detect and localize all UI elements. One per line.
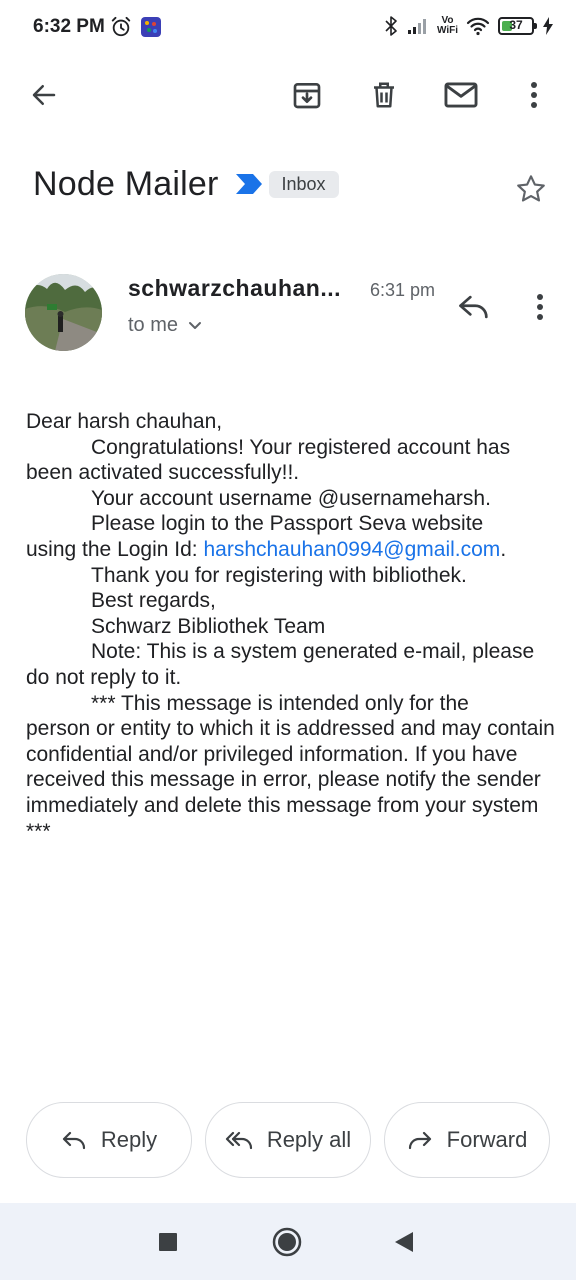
alarm-icon	[111, 16, 131, 37]
back-arrow-icon	[32, 85, 56, 105]
inbox-label-chip[interactable]: Inbox	[268, 170, 339, 198]
body-line: been activated successfully!!.	[26, 461, 300, 485]
cellular-signal-icon	[407, 19, 426, 34]
login-prefix: using the Login Id:	[26, 537, 204, 561]
archive-button[interactable]	[283, 71, 331, 119]
body-line: Your account username @usernameharsh.	[91, 486, 491, 510]
login-email-link[interactable]: harshchauhan0994@gmail.com	[203, 538, 500, 561]
avatar-photo	[25, 274, 102, 351]
body-line: Note: This is a system generated e-mail,…	[91, 640, 535, 664]
charging-icon	[543, 17, 553, 35]
reply-button[interactable]: Reply	[26, 1102, 192, 1178]
status-right-icons: Vo WiFi 37	[383, 16, 554, 36]
email-body: Dear harsh chauhan, Congratulations! You…	[26, 409, 556, 844]
body-greeting: Dear harsh chauhan,	[26, 410, 223, 433]
back-button[interactable]	[20, 71, 68, 119]
home-icon[interactable]	[272, 1227, 302, 1257]
body-disclaimer: person or entity to which it is addresse…	[26, 717, 555, 843]
app-bar	[0, 62, 576, 128]
delete-icon	[374, 82, 394, 108]
reply-all-icon	[225, 1131, 252, 1150]
status-time: 6:32 PM	[33, 16, 105, 37]
email-subject: Node Mailer	[33, 164, 219, 203]
login-suffix: .	[500, 537, 507, 561]
reply-all-label: Reply all	[266, 1127, 352, 1152]
recents-icon[interactable]	[158, 1232, 178, 1252]
more-options-button[interactable]	[510, 71, 558, 119]
battery-level: 37	[509, 18, 523, 32]
body-line-login: using the Login Id: harshchauhan0994@gma…	[26, 537, 556, 563]
body-line: Congratulations! Your registered account…	[91, 435, 511, 459]
battery-icon: 37	[498, 17, 537, 35]
status-left-icons	[110, 16, 162, 38]
recipient-label: to me	[128, 314, 179, 336]
sender-avatar[interactable]	[25, 274, 102, 351]
subject-row: Node Mailer Inbox	[33, 160, 543, 208]
recipient-details-toggle[interactable]: to me	[128, 314, 202, 337]
body-line: Thank you for registering with bibliothe…	[91, 563, 467, 587]
bluetooth-icon	[385, 16, 397, 36]
message-more-button[interactable]	[516, 283, 564, 331]
mark-unread-icon	[444, 82, 478, 108]
reply-icon-button[interactable]	[450, 283, 498, 331]
forward-button[interactable]: Forward	[384, 1102, 550, 1178]
chevron-down-icon	[189, 321, 202, 329]
reply-icon	[62, 1131, 85, 1150]
vowifi-label-bottom: WiFi	[436, 25, 458, 36]
battery-tip	[534, 23, 537, 29]
more-vert-icon	[531, 82, 537, 108]
back-nav-icon[interactable]	[394, 1231, 414, 1253]
wifi-icon	[466, 17, 490, 36]
star-button[interactable]	[515, 173, 547, 210]
forward-icon	[408, 1131, 431, 1150]
reply-icon	[459, 295, 488, 319]
app-notification-icon	[141, 17, 161, 37]
vowifi-icon: Vo WiFi	[437, 16, 458, 36]
forward-label: Forward	[446, 1127, 528, 1152]
body-line: Best regards,	[91, 589, 216, 613]
sender-name[interactable]: schwarzchauhan...	[128, 275, 341, 302]
reply-label: Reply	[100, 1127, 158, 1152]
body-line: Schwarz Bibliothek Team	[91, 614, 326, 638]
reply-all-button[interactable]: Reply all	[205, 1102, 371, 1178]
body-disclaimer-first: *** This message is intended only for th…	[91, 691, 469, 715]
delete-button[interactable]	[360, 71, 408, 119]
mark-unread-button[interactable]	[437, 71, 485, 119]
more-vert-icon	[537, 294, 543, 320]
archive-icon	[293, 82, 321, 109]
star-icon	[517, 175, 545, 202]
importance-marker-icon[interactable]	[235, 173, 263, 195]
body-line: Please login to the Passport Seva websit…	[91, 512, 484, 536]
status-bar: 6:32 PM Vo WiFi 37	[0, 0, 576, 56]
email-time: 6:31 pm	[370, 280, 436, 300]
body-line: do not reply to it.	[26, 665, 182, 689]
system-nav-bar	[0, 1203, 576, 1280]
